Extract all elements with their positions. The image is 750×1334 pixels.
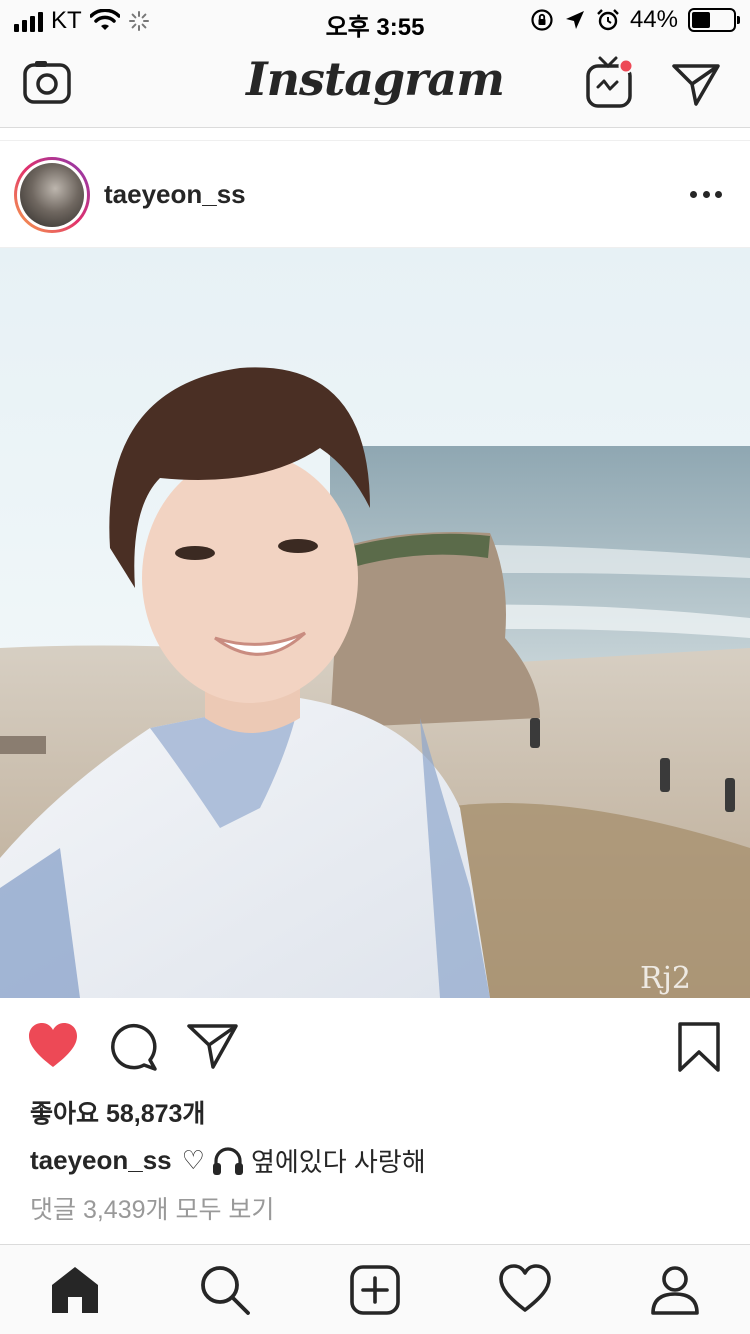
direct-message-icon[interactable] [670,60,722,108]
story-ring[interactable] [14,157,90,233]
post-image[interactable]: Rj2 [0,248,750,998]
more-options-icon[interactable] [686,179,726,209]
bottom-tab-bar [0,1244,750,1334]
alarm-clock-icon [597,9,619,31]
igtv-icon[interactable] [584,54,636,110]
top-nav: Instagram [0,40,750,128]
battery-fill [692,12,710,28]
like-heart-icon[interactable] [26,1020,80,1074]
avatar [20,163,84,227]
post-caption: taeyeon_ss ♡ 옆에있다 사랑해 [30,1142,426,1179]
battery-percent: 44% [629,6,678,33]
share-icon[interactable] [186,1020,240,1074]
headphones-emoji-icon [212,1146,243,1175]
home-icon[interactable] [48,1263,102,1317]
search-icon[interactable] [198,1263,252,1317]
view-all-comments-link[interactable]: 댓글 3,439개 모두 보기 [30,1190,274,1226]
orientation-lock-icon [531,9,553,31]
post-header: taeyeon_ss [0,140,750,248]
status-right: 44% [530,6,740,34]
post-username[interactable]: taeyeon_ss [104,179,246,210]
caption-username[interactable]: taeyeon_ss [30,1145,172,1176]
location-arrow-icon [565,11,584,29]
post-photo-illustration: Rj2 [0,248,750,998]
status-bar: KT 오후 3:55 44% [0,0,750,41]
instagram-logo[interactable]: Instagram [0,52,750,106]
likes-count[interactable]: 좋아요 58,873개 [30,1094,205,1130]
profile-icon[interactable] [648,1263,702,1317]
svg-text:Rj2: Rj2 [640,961,691,996]
caption-text: 옆에있다 사랑해 [250,1147,426,1177]
battery-icon [688,8,740,32]
caption-heart-emoji: ♡ [181,1145,205,1175]
post-actions [0,998,750,1094]
activity-heart-icon[interactable] [498,1263,552,1317]
comment-icon[interactable] [106,1020,160,1074]
bookmark-icon[interactable] [672,1020,726,1074]
new-post-plus-icon[interactable] [348,1263,402,1317]
